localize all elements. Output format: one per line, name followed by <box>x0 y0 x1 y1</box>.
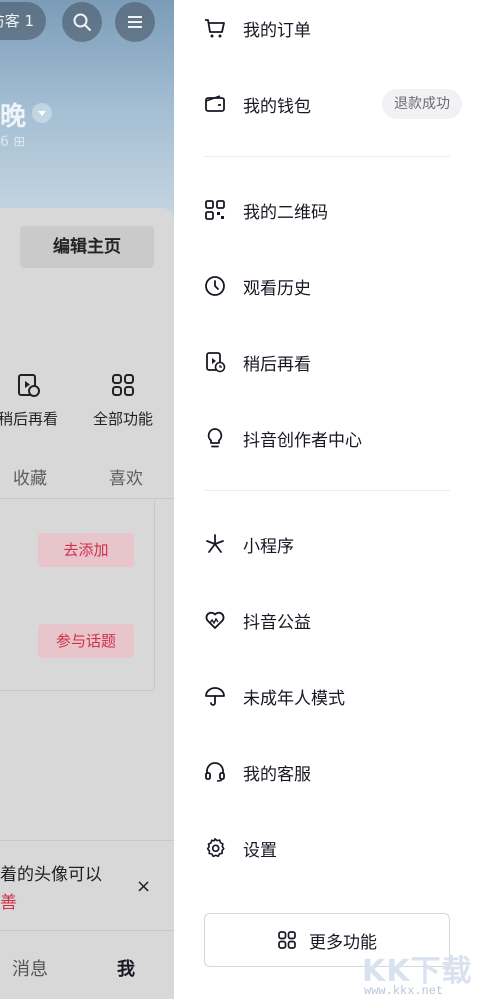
notice-text: 着的头像可以 <box>0 865 102 885</box>
wallet-icon <box>205 95 225 112</box>
gear-icon <box>206 838 225 858</box>
menu-item-label: 我的订单 <box>243 20 311 41</box>
notice-divider <box>0 840 174 841</box>
menu-item-label: 我的客服 <box>243 764 311 785</box>
side-drawer: 我的订单 我的钱包 退款成功 我的二维码 观看历史 稍后再看 抖音创作者中心 小… <box>174 0 480 999</box>
menu-item-customer-service[interactable]: 我的客服 <box>204 752 464 792</box>
notice-link[interactable]: 善 <box>0 888 17 913</box>
quick-action-label: 稍后再看 <box>0 410 58 428</box>
menu-item-creator-center[interactable]: 抖音创作者中心 <box>204 418 464 458</box>
umbrella-icon <box>205 687 225 706</box>
menu-item-label: 抖音创作者中心 <box>243 430 362 451</box>
search-button[interactable] <box>62 2 102 42</box>
menu-item-label: 观看历史 <box>243 278 311 299</box>
nav-messages[interactable]: 消息 <box>12 955 48 981</box>
watch-later-icon <box>206 352 226 373</box>
section-divider <box>204 156 450 157</box>
grid-icon <box>278 931 296 949</box>
menu-item-watch-later[interactable]: 稍后再看 <box>204 342 464 382</box>
menu-item-history[interactable]: 观看历史 <box>204 266 464 306</box>
menu-item-label: 我的二维码 <box>243 202 328 223</box>
headset-icon <box>205 762 225 782</box>
cart-icon <box>205 19 225 38</box>
menu-item-mini-program[interactable]: 小程序 <box>204 524 464 564</box>
clock-icon <box>205 276 225 296</box>
profile-nickname: 晚 <box>0 102 27 132</box>
qrcode-small-icon: ⊞ <box>13 134 26 150</box>
menu-item-settings[interactable]: 设置 <box>204 828 464 868</box>
lightbulb-icon <box>207 428 223 448</box>
watermark-url: www.kkx.net <box>364 984 444 998</box>
menu-item-youth-mode[interactable]: 未成年人模式 <box>204 676 464 716</box>
menu-item-charity[interactable]: 抖音公益 <box>204 600 464 640</box>
grid-icon <box>112 374 134 396</box>
search-icon <box>73 13 91 31</box>
content-panel <box>0 500 155 691</box>
tab-likes[interactable]: 喜欢 <box>109 464 143 489</box>
menu-item-orders[interactable]: 我的订单 <box>204 8 464 48</box>
chevron-down-icon[interactable] <box>32 103 52 123</box>
add-button[interactable]: 去添加 <box>38 533 134 567</box>
menu-item-label: 我的钱包 <box>243 96 311 117</box>
profile-id: 6 ⊞ <box>0 134 26 150</box>
watermark: KK下载 www.kkx.net <box>362 946 480 999</box>
menu-item-label: 未成年人模式 <box>243 688 345 709</box>
quick-action-all-features[interactable]: 全部功能 <box>83 372 163 429</box>
menu-button[interactable] <box>115 2 155 42</box>
nav-divider <box>0 930 174 931</box>
qrcode-icon <box>205 200 225 220</box>
quick-action-label: 全部功能 <box>92 410 153 428</box>
edit-profile-button[interactable]: 编辑主页 <box>20 226 154 268</box>
menu-item-qrcode[interactable]: 我的二维码 <box>204 190 464 230</box>
menu-item-label: 抖音公益 <box>243 612 311 633</box>
refund-status-badge[interactable]: 退款成功 <box>382 89 462 119</box>
menu-icon <box>128 16 142 28</box>
join-topic-button[interactable]: 参与话题 <box>38 624 134 658</box>
tab-divider <box>0 498 174 499</box>
nav-me[interactable]: 我 <box>117 955 135 981</box>
close-icon[interactable]: × <box>136 876 151 897</box>
tab-favorites[interactable]: 收藏 <box>13 464 47 489</box>
menu-item-label: 稍后再看 <box>243 354 311 375</box>
profile-background: 访客 1 晚 6 ⊞ 编辑主页 稍后再看 全部功能 收藏 喜欢 去添加 参与话题… <box>0 0 174 999</box>
watch-later-icon <box>18 374 40 397</box>
charity-heart-icon <box>205 611 225 629</box>
menu-item-label: 设置 <box>243 840 277 861</box>
menu-item-label: 小程序 <box>243 536 294 557</box>
quick-action-watch-later[interactable]: 稍后再看 <box>0 372 68 429</box>
mini-program-icon <box>206 534 224 553</box>
section-divider <box>204 490 450 491</box>
visitor-pill[interactable]: 访客 1 <box>0 2 46 40</box>
